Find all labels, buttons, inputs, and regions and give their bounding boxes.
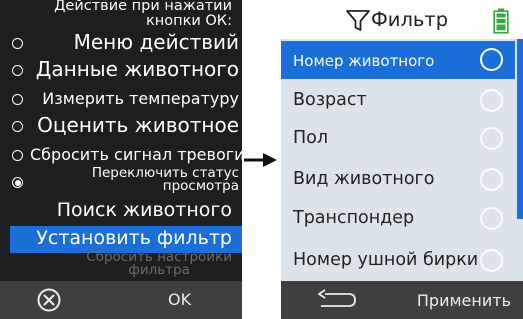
right-arrow-icon [244, 153, 277, 167]
radio-button[interactable] [12, 38, 23, 49]
option-label: Переключить статус просмотра [30, 166, 239, 194]
filter-item-sex[interactable]: Пол [281, 120, 515, 158]
cancel-circle-x-icon[interactable] [37, 288, 61, 312]
left-device-screen: Действие при нажатии кнопки ОК: Меню дей… [0, 0, 242, 319]
option-label: Меню действий [73, 30, 239, 54]
filter-item-label: Транспондер [293, 208, 415, 228]
filter-item-label: Номер ушной бирки [293, 250, 479, 270]
option-label: Измерить температуру [42, 89, 239, 108]
filter-item-label: Пол [293, 128, 329, 148]
filter-item-label: Номер животного [293, 52, 435, 70]
radio-button[interactable] [12, 150, 23, 161]
radio-button-selected[interactable] [12, 177, 23, 188]
option-toggle-view-status[interactable]: Переключить статус просмотра [0, 166, 242, 197]
battery-full-icon [493, 8, 509, 34]
apply-button[interactable]: Применить [417, 291, 511, 310]
ok-action-header: Действие при нажатии кнопки ОК: [0, 0, 242, 32]
radio-button[interactable] [480, 207, 503, 230]
search-animal-item[interactable]: Поиск животного [10, 199, 242, 223]
page-title: Фильтр [371, 8, 449, 31]
radio-button[interactable] [480, 127, 503, 150]
set-filter-label: Установить фильтр [36, 227, 232, 249]
option-measure-temperature[interactable]: Измерить температуру [0, 87, 242, 114]
option-action-menu[interactable]: Меню действий [0, 30, 242, 58]
filter-item-label: Возраст [293, 90, 367, 110]
radio-button[interactable] [12, 94, 23, 105]
right-bottom-bar: Применить [281, 281, 523, 319]
radio-button-selected[interactable] [480, 48, 503, 71]
filter-item-species[interactable]: Вид животного [281, 161, 515, 199]
reset-filter-label: Сбросить настройки фильтра [86, 250, 232, 278]
left-bottom-bar: OK [0, 281, 242, 319]
funnel-icon [346, 10, 370, 31]
radio-button[interactable] [12, 121, 23, 132]
radio-button[interactable] [480, 249, 503, 272]
radio-button[interactable] [480, 89, 503, 112]
reset-filter-item[interactable]: Сбросить настройки фильтра [10, 250, 242, 279]
header-line-1: Действие при нажатии [54, 0, 232, 14]
reset-filter-line-2: фильтра [128, 262, 190, 278]
filter-item-ear-tag-number[interactable]: Номер ушной бирки [281, 242, 515, 280]
filter-item-age[interactable]: Возраст [281, 82, 515, 120]
option-label: Данные животного [35, 57, 239, 81]
option-animal-data[interactable]: Данные животного [0, 57, 242, 85]
header-line-2: кнопки ОК: [146, 13, 232, 29]
back-arrow-icon[interactable] [315, 288, 359, 312]
ok-button[interactable]: OK [168, 290, 191, 309]
option-label: Сбросить сигнал тревоги [30, 145, 242, 164]
right-device-screen: Фильтр Номер животного Возраст Пол Вид ж… [281, 0, 523, 319]
option-rate-animal[interactable]: Оценить животное [0, 113, 242, 141]
filter-list: Номер животного Возраст Пол Вид животног… [281, 39, 523, 281]
option-label: Оценить животное [37, 113, 239, 137]
radio-button[interactable] [480, 168, 503, 191]
filter-header: Фильтр [281, 0, 523, 39]
scrollbar[interactable] [517, 39, 523, 219]
filter-item-animal-number[interactable]: Номер животного [281, 41, 515, 79]
filter-item-transponder[interactable]: Транспондер [281, 200, 515, 238]
filter-item-label: Вид животного [293, 169, 435, 189]
search-animal-label: Поиск животного [56, 199, 232, 221]
radio-button[interactable] [12, 65, 23, 76]
option-label-line-2: просмотра [162, 178, 239, 194]
